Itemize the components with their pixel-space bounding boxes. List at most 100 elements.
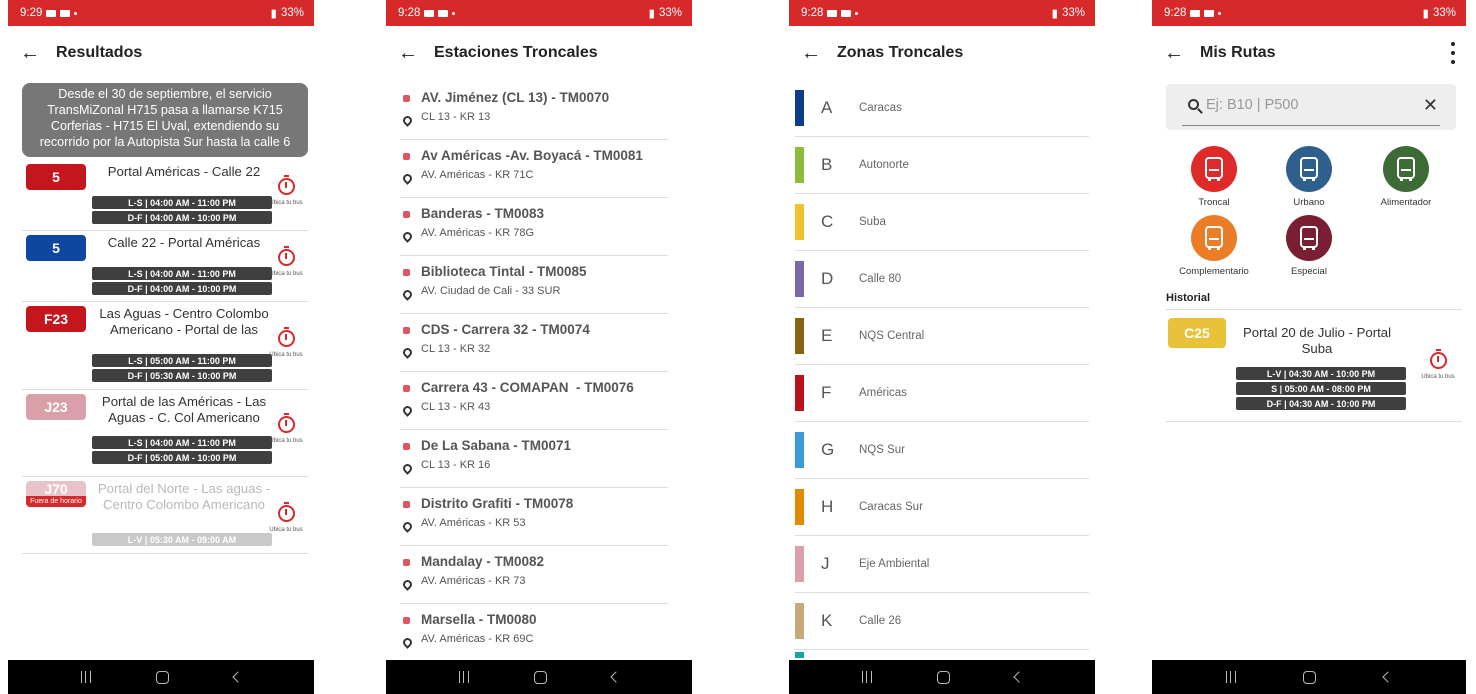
schedule-pill: L-V | 05:30 AM - 09:00 AM [92, 533, 272, 546]
recent-apps-icon[interactable] [1225, 671, 1236, 683]
route-row[interactable]: F23 Las Aguas - Centro Colombo Americano… [22, 302, 308, 390]
nav-back-icon[interactable] [231, 671, 244, 683]
nav-back-icon[interactable] [1382, 671, 1394, 683]
back-arrow-icon[interactable]: ← [1152, 42, 1196, 65]
station-address: CL 13 - KR 43 [421, 401, 491, 413]
back-arrow-icon[interactable]: ← [8, 42, 52, 65]
close-icon[interactable]: ✕ [1423, 95, 1438, 116]
station-name: AV. Jiménez (CL 13) - TM0070 [421, 90, 610, 105]
schedule-pill: L-S | 04:00 AM - 11:00 PM [92, 196, 272, 209]
zone-name: NQS Sur [859, 444, 906, 456]
station-address: AV. Américas - KR 73 [421, 575, 526, 587]
battery-level: 33% [1061, 7, 1085, 19]
station-item[interactable]: Marsella - TM0080 AV. Américas - KR 69C [400, 604, 668, 662]
station-name: Biblioteca Tintal - TM0085 [421, 264, 587, 279]
zone-item[interactable]: C Suba [795, 194, 1089, 251]
page-title: Resultados [56, 44, 143, 61]
zone-letter: H [821, 497, 834, 516]
app-bar: ← Resultados [8, 26, 314, 80]
station-item[interactable]: AV. Jiménez (CL 13) - TM0070 CL 13 - KR 1… [400, 82, 668, 140]
recent-apps-icon[interactable] [458, 671, 469, 683]
zone-item[interactable]: H Caracas Sur [795, 479, 1089, 536]
stopwatch-icon [277, 413, 295, 433]
station-marker-icon [403, 617, 410, 624]
route-row[interactable]: 5 Calle 22 - Portal Américas L-S | 04:00… [22, 231, 308, 302]
nav-back-icon[interactable] [1012, 671, 1025, 683]
home-icon[interactable] [936, 670, 950, 684]
route-row[interactable]: J70 Fuera de horario Portal del Norte - … [22, 477, 308, 554]
back-arrow-icon[interactable]: ← [789, 42, 833, 65]
zone-name: Suba [859, 216, 886, 228]
gallery-icon [1190, 9, 1201, 17]
search-icon [1188, 99, 1199, 110]
home-icon[interactable] [533, 670, 547, 684]
location-pin-icon [401, 172, 414, 185]
location-pin-icon [401, 520, 414, 533]
category-label: Complementario [1179, 266, 1249, 277]
category-especial[interactable]: Especial [1269, 215, 1349, 277]
locate-bus-button[interactable]: Ubica tu bus [266, 327, 306, 358]
route-row[interactable]: J23 Portal de las Américas - Las Aguas -… [22, 390, 308, 477]
location-pin-icon [401, 346, 414, 359]
search-input[interactable] [1206, 97, 1406, 113]
status-bar: 9:28 ▮ 33% [789, 0, 1095, 26]
locate-bus-button[interactable]: Ubica tu bus [266, 413, 306, 444]
stopwatch-icon [277, 175, 295, 195]
my-routes-screen: 9:28 ▮33% ← Mis Rutas ✕ Troncal Urbano A… [1152, 0, 1466, 694]
station-item[interactable]: CDS - Carrera 32 - TM0074 CL 13 - KR 32 [400, 314, 668, 372]
system-nav-bar [1152, 660, 1466, 694]
station-item[interactable]: Av Américas -Av. Boyacá - TM0081 AV. Amér… [400, 140, 668, 198]
station-item[interactable]: Banderas - TM0083 AV. Américas - KR 78G [400, 198, 668, 256]
zone-letter: E [821, 326, 833, 345]
notification-icon [438, 9, 449, 17]
divider [1166, 421, 1462, 422]
locate-bus-button[interactable]: Ubica tu bus [1418, 349, 1458, 380]
status-time: 9:29 [20, 7, 43, 19]
locate-bus-button[interactable]: Ubica tu bus [266, 246, 306, 277]
category-urbano[interactable]: Urbano [1269, 146, 1349, 208]
locate-bus-button[interactable]: Ubica tu bus [266, 175, 306, 206]
history-route-row[interactable]: C25 Portal 20 de Julio - Portal Suba L-V… [1166, 318, 1462, 418]
zone-item[interactable]: D Calle 80 [795, 251, 1089, 308]
app-bar: ← Mis Rutas [1152, 26, 1466, 80]
stations-screen: 9:28 ▮ 33% ← Estaciones Troncales AV. Jim… [386, 0, 692, 694]
zone-item[interactable]: A Caracas [795, 80, 1089, 137]
category-complementario[interactable]: Complementario [1174, 215, 1254, 277]
zone-item[interactable]: K Calle 26 [795, 593, 1089, 650]
station-item[interactable]: Carrera 43 - COMAPAN - TM0076 CL 13 - KR … [400, 372, 668, 430]
zone-letter: K [821, 611, 833, 630]
dot-icon [855, 11, 859, 15]
recent-apps-icon[interactable] [80, 671, 91, 683]
nav-back-icon[interactable] [609, 671, 622, 683]
route-name: Portal 20 de Julio - Portal Suba [1242, 325, 1392, 356]
route-row[interactable]: 5 Portal Américas - Calle 22 L-S | 04:00… [22, 160, 308, 231]
history-title: Historial [1166, 292, 1211, 304]
zone-item[interactable]: G NQS Sur [795, 422, 1089, 479]
zone-item[interactable]: J Eje Ambiental [795, 536, 1089, 593]
station-item[interactable]: Biblioteca Tintal - TM0085 AV. Ciudad de … [400, 256, 668, 314]
station-item[interactable]: Distrito Grafiti - TM0078 AV. Américas - … [400, 488, 668, 546]
home-icon[interactable] [1303, 670, 1317, 684]
locate-bus-label: Ubica tu bus [269, 527, 303, 533]
location-pin-icon [401, 636, 414, 649]
category-alimentador[interactable]: Alimentador [1366, 146, 1446, 208]
category-troncal[interactable]: Troncal [1174, 146, 1254, 208]
more-options-icon[interactable] [1450, 42, 1456, 64]
zone-item[interactable]: B Autonorte [795, 137, 1089, 194]
zone-item[interactable]: F Américas [795, 365, 1089, 422]
status-bar: 9:29 ▮ 33% [8, 0, 314, 26]
zone-name: Américas [859, 387, 907, 399]
route-code-badge: 5 [26, 164, 86, 190]
station-item[interactable]: De La Sabana - TM0071 CL 13 - KR 16 [400, 430, 668, 488]
home-icon[interactable] [155, 670, 169, 684]
locate-bus-label: Ubica tu bus [1421, 374, 1455, 380]
locate-bus-button[interactable]: Ubica tu bus [266, 502, 306, 533]
zones-screen: 9:28 ▮ 33% ← Zonas Troncales A Caracas B Au… [789, 0, 1095, 694]
route-code-badge: F23 [26, 306, 86, 332]
zone-item[interactable]: E NQS Central [795, 308, 1089, 365]
recent-apps-icon[interactable] [861, 671, 872, 683]
station-item[interactable]: Mandalay - TM0082 AV. Américas - KR 73 [400, 546, 668, 604]
back-arrow-icon[interactable]: ← [386, 42, 430, 65]
status-time: 9:28 [1164, 7, 1187, 19]
zone-color-bar [795, 318, 804, 354]
